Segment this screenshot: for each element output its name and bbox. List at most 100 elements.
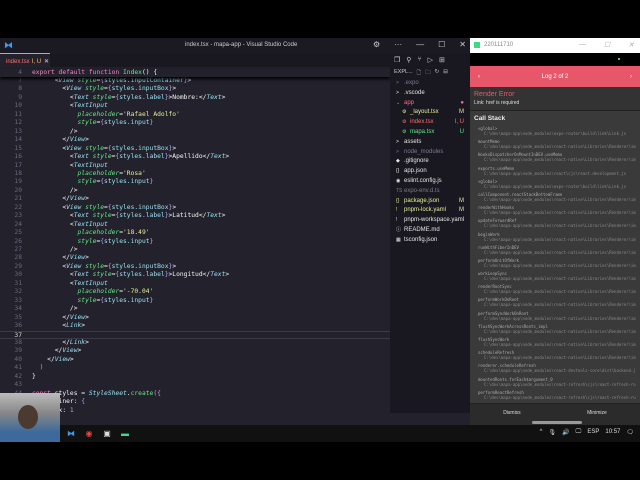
- stack-frame[interactable]: performReactRefresh C:\dev\mapa-app\node_…: [478, 390, 636, 400]
- more-icon[interactable]: ···: [394, 40, 402, 49]
- code-line[interactable]: 11 placeholder='Rafael Adolfo': [0, 111, 390, 119]
- settings-icon[interactable]: ⚙: [373, 40, 380, 49]
- code-line[interactable]: 13 />: [0, 128, 390, 136]
- minimize-button[interactable]: —: [416, 40, 424, 49]
- stack-frame[interactable]: renderer.scheduleRefresh C:\dev\mapa-app\…: [478, 363, 636, 373]
- file-tree-item[interactable]: ◆ .gitignore: [390, 157, 470, 167]
- file-tree-item[interactable]: ⓘ README.md: [390, 226, 470, 236]
- maximize-button[interactable]: ☐: [438, 40, 445, 49]
- code-line[interactable]: 22 <View style={styles.inputBox}>: [0, 204, 390, 212]
- code-line[interactable]: 43: [0, 381, 390, 389]
- next-log-button[interactable]: ›: [630, 74, 632, 80]
- code-line[interactable]: 20 />: [0, 187, 390, 195]
- code-line[interactable]: 41 ): [0, 364, 390, 372]
- run-debug-icon[interactable]: ▷: [428, 56, 433, 64]
- stack-frame[interactable]: HooksDispatcherOnMountInDEV.useMemo C:\de…: [478, 152, 636, 162]
- stack-frame[interactable]: flushSyncWorkAcrossRoots_impl C:\dev\mapa…: [478, 324, 636, 334]
- extensions-icon[interactable]: ⊞: [439, 56, 445, 64]
- source-control-icon[interactable]: ⑂: [417, 56, 421, 64]
- prev-log-button[interactable]: ‹: [478, 74, 480, 80]
- code-line[interactable]: 14 </View>: [0, 136, 390, 144]
- code-line[interactable]: 36 <Link>: [0, 322, 390, 330]
- file-tree-item[interactable]: {} package.json M: [390, 197, 470, 207]
- code-line[interactable]: 21 </View>: [0, 195, 390, 203]
- file-tree-item[interactable]: ◉ eslint.config.js: [390, 177, 470, 187]
- new-folder-icon[interactable]: 🗀: [425, 69, 431, 77]
- stack-frame[interactable]: mountedRoots.forEach$argument_0 C:\dev\ma…: [478, 377, 636, 387]
- stack-frame[interactable]: performUnitOfWork C:\dev\mapa-app\node_mo…: [478, 258, 636, 268]
- code-line[interactable]: 31 <TextInput: [0, 280, 390, 288]
- chevron-up-icon[interactable]: ^: [540, 429, 543, 436]
- file-tree-item[interactable]: ▦ tsconfig.json: [390, 236, 470, 246]
- search-icon[interactable]: ⚲: [406, 56, 411, 64]
- stack-frame[interactable]: updateForwardRef C:\dev\mapa-app\node_mod…: [478, 218, 636, 228]
- stack-frame[interactable]: renderWithHooks C:\dev\mapa-app\node_modu…: [478, 205, 636, 215]
- code-line[interactable]: 8 <View style={styles.inputBox}>: [0, 85, 390, 93]
- code-line[interactable]: 26 style={styles.input}: [0, 238, 390, 246]
- stack-frame[interactable]: <global> C:\dev\mapa-app\node_modules\exp…: [478, 179, 636, 189]
- stack-frame[interactable]: exports.useMemo C:\dev\mapa-app\node_modu…: [478, 166, 636, 176]
- tab-close-icon[interactable]: ✕: [44, 59, 49, 65]
- stack-frame[interactable]: beginWork C:\dev\mapa-app\node_modules\re…: [478, 232, 636, 242]
- code-line[interactable]: 12 style={styles.input}: [0, 119, 390, 127]
- file-tree-item[interactable]: ⚙ _layout.tsx M: [390, 108, 470, 118]
- stack-frame[interactable]: flushSyncWork C:\dev\mapa-app\node_module…: [478, 337, 636, 347]
- call-stack[interactable]: Call Stack <global> C:\dev\mapa-app\node_…: [470, 111, 640, 407]
- stack-frame[interactable]: scheduleRefresh C:\dev\mapa-app\node_modu…: [478, 350, 636, 360]
- clock[interactable]: 10:57: [605, 429, 620, 436]
- new-file-icon[interactable]: 🗋: [417, 69, 421, 77]
- code-line[interactable]: 27 />: [0, 246, 390, 254]
- collapse-icon[interactable]: ⊟: [443, 69, 448, 77]
- code-line[interactable]: 24 <TextInput: [0, 221, 390, 229]
- chrome-taskbar-icon[interactable]: ◉: [82, 427, 96, 441]
- code-line[interactable]: 23 <Text style={styles.label}>Latitud</T…: [0, 212, 390, 220]
- dismiss-button[interactable]: Dismiss: [503, 410, 521, 416]
- code-line[interactable]: 16 <Text style={styles.label}>Apellido</…: [0, 153, 390, 161]
- code-line[interactable]: 28 </View>: [0, 254, 390, 262]
- network-icon[interactable]: 🖵: [576, 429, 582, 436]
- files-icon[interactable]: ❐: [394, 56, 400, 64]
- code-editor[interactable]: 4 export default function Index() {7 <Vie…: [0, 67, 390, 413]
- gesture-bar[interactable]: [532, 421, 582, 424]
- stack-frame[interactable]: <global> C:\dev\mapa-app\node_modules\exp…: [478, 126, 636, 136]
- notifications-icon[interactable]: 🗨: [626, 429, 634, 436]
- minimize-log-button[interactable]: Minimize: [587, 410, 607, 416]
- file-tree-item[interactable]: {} app.json: [390, 167, 470, 177]
- code-line[interactable]: 25 placeholder='18.49': [0, 229, 390, 237]
- emu-close-button[interactable]: ✕: [628, 41, 634, 49]
- code-line[interactable]: 32 placeholder='-70.04': [0, 288, 390, 296]
- stack-frame[interactable]: runWithFiberInDEV C:\dev\mapa-app\node_mo…: [478, 245, 636, 255]
- code-line[interactable]: 37: [0, 330, 390, 339]
- code-line[interactable]: 40 </View>: [0, 356, 390, 364]
- stack-frame[interactable]: performSyncWorkOnRoot C:\dev\mapa-app\nod…: [478, 311, 636, 321]
- file-tree-item[interactable]: > node_modules: [390, 148, 470, 158]
- stack-frame[interactable]: performWorkOnRoot C:\dev\mapa-app\node_mo…: [478, 297, 636, 307]
- code-line[interactable]: 38 </Link>: [0, 339, 390, 347]
- language-indicator[interactable]: ESP: [587, 429, 599, 436]
- volume-icon[interactable]: 🔊: [562, 429, 569, 436]
- code-line[interactable]: 34 />: [0, 305, 390, 313]
- code-line[interactable]: 19 style={styles.input}: [0, 178, 390, 186]
- code-line[interactable]: 30 <Text style={styles.label}>Longitud</…: [0, 271, 390, 279]
- file-tree-item[interactable]: ⚙ index.tsx I, U: [390, 118, 470, 128]
- stack-frame[interactable]: mountMemo C:\dev\mapa-app\node_modules\re…: [478, 139, 636, 149]
- file-tree-item[interactable]: ⚙ mapa.tsx U: [390, 128, 470, 138]
- close-button[interactable]: ✕: [459, 40, 466, 49]
- file-tree-item[interactable]: > .expo: [390, 79, 470, 89]
- code-line[interactable]: 10 <TextInput: [0, 102, 390, 110]
- vscode-taskbar-icon[interactable]: ⧓: [64, 427, 78, 441]
- file-tree-item[interactable]: ! pnpm-workspace.yaml: [390, 216, 470, 226]
- code-line[interactable]: 39 </View>: [0, 347, 390, 355]
- code-line[interactable]: 17 <TextInput: [0, 162, 390, 170]
- file-tree-item[interactable]: > .vscode: [390, 89, 470, 99]
- code-line[interactable]: 4 export default function Index() {: [0, 69, 390, 78]
- file-tree-item[interactable]: ⌄ app ●: [390, 99, 470, 109]
- emu-minimize-button[interactable]: —: [579, 41, 586, 49]
- code-line[interactable]: 35 </View>: [0, 314, 390, 322]
- app-taskbar-icon[interactable]: ▣: [100, 427, 114, 441]
- emulator-taskbar-icon[interactable]: ▬: [118, 427, 132, 441]
- code-line[interactable]: 42}: [0, 373, 390, 381]
- code-line[interactable]: 15 <View style={styles.inputBox}>: [0, 145, 390, 153]
- stack-frame[interactable]: renderRootSync C:\dev\mapa-app\node_modul…: [478, 284, 636, 294]
- file-tree-item[interactable]: TS expo-env.d.ts: [390, 187, 470, 197]
